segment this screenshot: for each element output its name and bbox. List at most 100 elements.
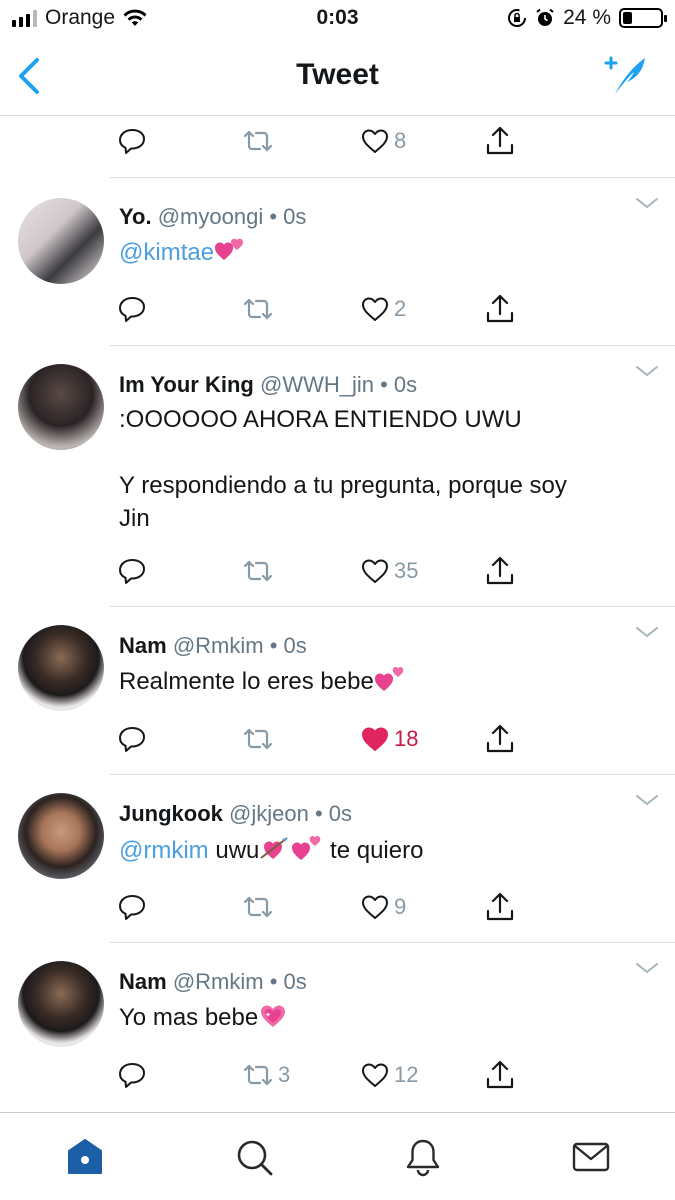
search-icon[interactable]	[234, 1137, 274, 1177]
avatar[interactable]	[18, 364, 104, 450]
reply-button[interactable]	[117, 289, 147, 329]
author-handle: @Rmkim	[172, 969, 264, 994]
tweet-time: • 0s	[314, 801, 353, 826]
divider	[110, 942, 675, 943]
tweet-actions: 8	[0, 121, 675, 161]
tweet-text: @kimtae	[119, 236, 649, 269]
page-title: Tweet	[296, 58, 379, 91]
reply-icon	[119, 727, 145, 752]
share-button[interactable]	[484, 121, 516, 161]
like-count: 8	[394, 128, 407, 153]
chevron-down-icon[interactable]	[635, 625, 659, 639]
battery-icon	[619, 8, 667, 28]
like-button[interactable]: 12	[360, 1055, 418, 1095]
divider	[110, 345, 675, 346]
retweet-button[interactable]	[242, 887, 274, 927]
share-button[interactable]	[484, 551, 516, 591]
tweet-actions: 18	[0, 719, 675, 759]
messages-icon[interactable]	[571, 1137, 611, 1177]
heart-icon	[362, 559, 388, 583]
share-icon	[486, 1060, 514, 1089]
retweet-icon	[243, 728, 273, 750]
author-name: Yo.	[119, 204, 152, 229]
tweet-text: Yo mas bebe	[119, 1001, 649, 1034]
avatar[interactable]	[18, 625, 104, 711]
tweet-text-line: Y respondiendo a tu pregunta, porque soy	[119, 472, 567, 499]
avatar[interactable]	[18, 961, 104, 1047]
author-name: Nam	[119, 633, 167, 658]
reply-button[interactable]	[117, 887, 147, 927]
tweet-text-blank-line	[119, 436, 649, 469]
reply-icon	[119, 129, 145, 154]
tweet-time: • 0s	[380, 372, 418, 397]
share-icon	[486, 892, 514, 921]
heart-filled-icon	[362, 727, 388, 751]
share-icon	[486, 294, 514, 323]
retweet-button[interactable]	[242, 121, 274, 161]
home-icon[interactable]	[65, 1137, 105, 1177]
reply-icon	[119, 895, 145, 920]
like-button[interactable]: 9	[360, 887, 406, 927]
revolving-hearts-emoji-icon	[215, 238, 244, 260]
like-button[interactable]: 2	[360, 289, 406, 329]
author-handle: @WWH_jin	[259, 372, 374, 397]
reply-button[interactable]	[117, 1055, 147, 1095]
two-hearts-emoji-icon	[292, 836, 321, 860]
chevron-down-icon[interactable]	[635, 364, 659, 378]
retweet-button[interactable]: 3	[242, 1055, 290, 1095]
retweet-button[interactable]	[242, 719, 274, 759]
retweet-button[interactable]	[242, 551, 274, 591]
chevron-down-icon[interactable]	[635, 196, 659, 210]
author-name: Im Your King	[119, 372, 254, 397]
tweet-time: • 0s	[269, 633, 307, 658]
like-count: 18	[394, 726, 419, 751]
reply-button[interactable]	[117, 121, 147, 161]
retweet-icon	[243, 1064, 273, 1086]
reply-button[interactable]	[117, 719, 147, 759]
like-count: 12	[394, 1062, 419, 1087]
tweet-actions: 3 12	[0, 1055, 675, 1095]
like-button[interactable]: 8	[360, 121, 406, 161]
tweet-time: • 0s	[269, 204, 307, 229]
tweet-actions: 2	[0, 289, 675, 329]
mention-link[interactable]: @kimtae	[119, 239, 214, 266]
share-button[interactable]	[484, 289, 516, 329]
like-count: 9	[394, 894, 407, 919]
chevron-down-icon[interactable]	[635, 961, 659, 975]
tweet-header: Im Your King @WWH_jin • 0s	[119, 372, 417, 398]
share-icon	[486, 724, 514, 753]
tweet-actions: 9	[0, 887, 675, 927]
avatar[interactable]	[18, 793, 104, 879]
reply-icon	[119, 1063, 145, 1088]
tweet-header: Nam @Rmkim • 0s	[119, 969, 307, 995]
mention-link[interactable]: @rmkim	[119, 837, 209, 864]
reply-button[interactable]	[117, 551, 147, 591]
chevron-down-icon[interactable]	[635, 793, 659, 807]
share-button[interactable]	[484, 1055, 516, 1095]
tab-bar	[0, 1112, 675, 1200]
retweet-button[interactable]	[242, 289, 274, 329]
like-button[interactable]: 18	[360, 719, 418, 759]
tweet-text: Realmente lo eres bebe	[119, 665, 649, 698]
divider	[110, 606, 675, 607]
tweet-header: Nam @Rmkim • 0s	[119, 633, 307, 659]
two-hearts-emoji-icon	[374, 667, 404, 691]
divider	[110, 774, 675, 775]
heart-icon	[362, 297, 388, 321]
tweet-text-content: uwu	[208, 837, 260, 864]
tweet-header: Jungkook @jkjeon • 0s	[119, 801, 352, 827]
author-name: Jungkook	[119, 801, 223, 826]
share-button[interactable]	[484, 887, 516, 927]
like-count: 35	[394, 558, 419, 583]
tweet-time: • 0s	[269, 969, 307, 994]
heart-icon	[362, 895, 388, 919]
like-button[interactable]: 35	[360, 551, 418, 591]
share-button[interactable]	[484, 719, 516, 759]
compose-tweet-icon[interactable]	[601, 52, 649, 100]
battery-percent: 24 %	[563, 6, 611, 29]
tweet-text: :OOOOOO AHORA ENTIENDO UWU Y respondiend…	[119, 403, 649, 535]
retweet-icon	[243, 298, 273, 320]
avatar[interactable]	[18, 198, 104, 284]
retweet-icon	[243, 130, 273, 152]
notifications-icon[interactable]	[403, 1137, 443, 1177]
